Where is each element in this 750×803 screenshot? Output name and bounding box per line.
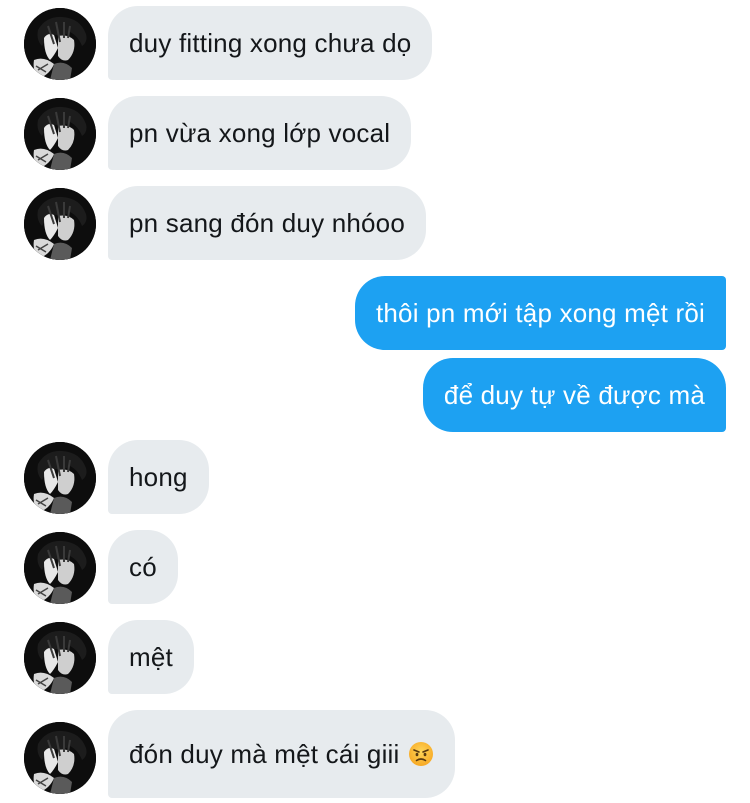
- message-row-incoming: đón duy mà mệt cái giii: [0, 708, 750, 798]
- contact-avatar[interactable]: [24, 722, 96, 794]
- message-bubble-incoming[interactable]: có: [108, 530, 178, 604]
- message-bubble-incoming[interactable]: pn vừa xong lớp vocal: [108, 96, 412, 170]
- message-row-incoming: mệt: [0, 620, 750, 694]
- message-row-incoming: pn vừa xong lớp vocal: [0, 96, 750, 170]
- avatar-photo: [24, 442, 96, 514]
- message-text: có: [129, 551, 157, 582]
- avatar-photo: [24, 722, 96, 794]
- message-text: pn sang đón duy nhóoo: [129, 207, 405, 238]
- message-bubble-incoming[interactable]: pn sang đón duy nhóoo: [108, 186, 426, 260]
- avatar-photo: [24, 98, 96, 170]
- message-text: hong: [129, 461, 188, 492]
- contact-avatar[interactable]: [24, 98, 96, 170]
- message-bubble-incoming[interactable]: đón duy mà mệt cái giii: [108, 710, 455, 798]
- message-bubble-incoming[interactable]: mệt: [108, 620, 194, 694]
- message-text: để duy tự về được mà: [443, 379, 705, 410]
- contact-avatar[interactable]: [24, 188, 96, 260]
- message-row-outgoing: thôi pn mới tập xong mệt rồi: [0, 276, 750, 350]
- message-text: duy fitting xong chưa dọ: [129, 27, 412, 58]
- message-bubble-outgoing[interactable]: để duy tự về được mà: [422, 358, 726, 432]
- contact-avatar[interactable]: [24, 622, 96, 694]
- message-row-outgoing: để duy tự về được mà: [0, 358, 750, 432]
- avatar-photo: [24, 622, 96, 694]
- contact-avatar[interactable]: [24, 442, 96, 514]
- contact-avatar[interactable]: [24, 532, 96, 604]
- avatar-photo: [24, 532, 96, 604]
- message-text: pn vừa xong lớp vocal: [129, 117, 391, 148]
- angry-face-icon: [408, 741, 434, 767]
- message-text: mệt: [129, 641, 173, 672]
- contact-avatar[interactable]: [24, 8, 96, 80]
- message-text: thôi pn mới tập xong mệt rồi: [375, 297, 705, 328]
- message-bubble-incoming[interactable]: hong: [108, 440, 209, 514]
- avatar-photo: [24, 188, 96, 260]
- message-bubble-outgoing[interactable]: thôi pn mới tập xong mệt rồi: [354, 276, 726, 350]
- avatar-photo: [24, 8, 96, 80]
- message-row-incoming: có: [0, 530, 750, 604]
- message-row-incoming: pn sang đón duy nhóoo: [0, 186, 750, 260]
- message-bubble-incoming[interactable]: duy fitting xong chưa dọ: [108, 6, 433, 80]
- message-row-incoming: hong: [0, 440, 750, 514]
- message-text: đón duy mà mệt cái giii: [129, 738, 400, 769]
- message-row-incoming: duy fitting xong chưa dọ: [0, 6, 750, 80]
